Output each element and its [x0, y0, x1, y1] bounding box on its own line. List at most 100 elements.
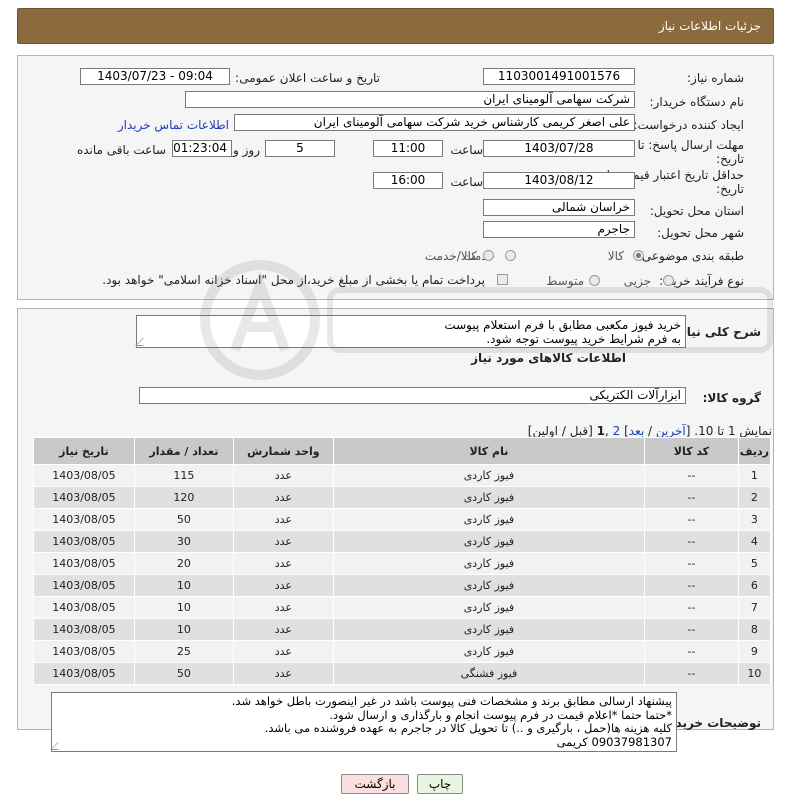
contact-info-link[interactable]: اطلاعات تماس خریدار	[118, 118, 229, 132]
city-label: شهر محل تحویل:	[657, 226, 744, 240]
cell-quantity: 30	[133, 530, 234, 553]
description-textarea[interactable]: خرید فیوز مکعبی مطابق با فرم استعلام پیو…	[136, 315, 686, 348]
pagination-summary: نمایش 1 تا 10. [	[685, 424, 772, 438]
announce-field[interactable]: 1403/07/23 - 09:04	[80, 68, 230, 85]
category-goods-radio[interactable]	[633, 250, 644, 261]
deadline-date-field[interactable]: 1403/07/28	[483, 140, 635, 157]
validity-label-date: تاریخ:	[716, 182, 744, 196]
validity-time-label: ساعت	[450, 175, 483, 189]
cell-item-code: --	[644, 552, 739, 575]
cell-row-number: 3	[737, 508, 772, 531]
table-row[interactable]: 5 -- فیوز کاردی عدد 20 1403/08/05	[33, 552, 772, 575]
pagination-bracket: ]	[620, 424, 629, 438]
cell-quantity: 20	[133, 552, 234, 575]
cell-row-number: 1	[737, 464, 772, 487]
goods-group-field[interactable]: ابزارآلات الکتریکی	[139, 387, 686, 404]
cell-item-code: --	[644, 640, 739, 663]
pagination-current-page: 1	[596, 424, 605, 438]
treasury-payment-checkbox[interactable]	[497, 274, 508, 285]
col-header-quantity: تعداد / مقدار	[133, 437, 234, 465]
pagination-separator: /	[644, 424, 656, 438]
remaining-label: ساعت باقی مانده	[76, 143, 166, 157]
cell-item-name: فیوز کاردی	[332, 486, 646, 509]
cell-row-number: 10	[737, 662, 772, 685]
cell-item-name: فیوز کاردی	[332, 508, 646, 531]
cell-item-name: فیوز کاردی	[332, 618, 646, 641]
back-button[interactable]: بازگشت	[341, 774, 409, 794]
category-both-radio[interactable]	[483, 250, 494, 261]
page-title: جزئیات اطلاعات نیاز	[658, 19, 761, 33]
pagination-last-link[interactable]: آخرین	[656, 424, 686, 438]
print-button[interactable]: چاپ	[417, 774, 463, 794]
need-number-label: شماره نیاز:	[687, 71, 744, 85]
cell-unit: عدد	[232, 508, 334, 531]
cell-row-number: 7	[737, 596, 772, 619]
cell-item-name: فیوز کاردی	[332, 464, 646, 487]
city-field[interactable]: جاجرم	[483, 221, 635, 238]
cell-item-code: --	[644, 508, 739, 531]
process-medium-radio[interactable]	[589, 275, 600, 286]
table-row[interactable]: 9 -- فیوز کاردی عدد 25 1403/08/05	[33, 640, 772, 663]
cell-need-date: 1403/08/05	[33, 618, 135, 641]
process-minor-radio[interactable]	[663, 275, 674, 286]
cell-unit: عدد	[232, 552, 334, 575]
cell-need-date: 1403/08/05	[33, 662, 135, 685]
buyer-notes-textarea[interactable]: پیشنهاد ارسالی مطابق برند و مشخصات فنی پ…	[51, 692, 677, 752]
category-service-radio[interactable]	[505, 250, 516, 261]
table-row[interactable]: 3 -- فیوز کاردی عدد 50 1403/08/05	[33, 508, 772, 531]
cell-item-name: فیوز کاردی	[332, 530, 646, 553]
cell-item-code: --	[644, 464, 739, 487]
pagination-comma: ,	[605, 424, 613, 438]
cell-unit: عدد	[232, 640, 334, 663]
pagination-next-link[interactable]: بعد	[629, 424, 644, 438]
cell-need-date: 1403/08/05	[33, 640, 135, 663]
province-field[interactable]: خراسان شمالی	[483, 199, 635, 216]
deadline-time-field[interactable]: 11:00	[373, 140, 443, 157]
cell-item-name: فیوز فشنگی	[332, 662, 646, 685]
treasury-payment-note: پرداخت تمام یا بخشی از مبلغ خرید،از محل …	[102, 273, 485, 287]
buyer-org-field[interactable]: شرکت سهامی آلومینای ایران	[185, 91, 635, 108]
table-row[interactable]: 8 -- فیوز کاردی عدد 10 1403/08/05	[33, 618, 772, 641]
pagination-prev-first: [قبل / اولین]	[527, 424, 597, 438]
cell-unit: عدد	[232, 618, 334, 641]
cell-need-date: 1403/08/05	[33, 596, 135, 619]
cell-item-code: --	[644, 662, 739, 685]
cell-unit: عدد	[232, 464, 334, 487]
description-label: شرح کلی نیاز:	[675, 325, 761, 339]
cell-need-date: 1403/08/05	[33, 530, 135, 553]
cell-item-name: فیوز کاردی	[332, 640, 646, 663]
table-row[interactable]: 10 -- فیوز فشنگی عدد 50 1403/08/05	[33, 662, 772, 685]
cell-need-date: 1403/08/05	[33, 574, 135, 597]
table-row[interactable]: 6 -- فیوز کاردی عدد 10 1403/08/05	[33, 574, 772, 597]
province-label: استان محل تحویل:	[649, 204, 744, 218]
creator-field[interactable]: علی اصغر کریمی کارشناس خرید شرکت سهامی آ…	[234, 114, 635, 131]
cell-item-name: فیوز کاردی	[332, 574, 646, 597]
table-row[interactable]: 4 -- فیوز کاردی عدد 30 1403/08/05	[33, 530, 772, 553]
remaining-time-field[interactable]: 01:23:04	[172, 140, 232, 157]
col-header-item-code: کد کالا	[644, 437, 739, 465]
validity-time-field[interactable]: 16:00	[373, 172, 443, 189]
process-minor-label: جزیی	[623, 274, 651, 288]
need-number-field[interactable]: 1103001491001576	[483, 68, 635, 85]
creator-label: ایجاد کننده درخواست:	[633, 118, 744, 132]
days-field[interactable]: 5	[265, 140, 335, 157]
cell-quantity: 50	[133, 508, 234, 531]
cell-need-date: 1403/08/05	[33, 552, 135, 575]
table-row[interactable]: 1 -- فیوز کاردی عدد 115 1403/08/05	[33, 464, 772, 487]
category-both-label: کالا/خدمت	[424, 249, 477, 263]
col-header-need-date: تاریخ نیاز	[33, 437, 135, 465]
cell-item-code: --	[644, 574, 739, 597]
cell-unit: عدد	[232, 486, 334, 509]
buyer-org-label: نام دستگاه خریدار:	[649, 95, 745, 109]
cell-unit: عدد	[232, 530, 334, 553]
cell-item-code: --	[644, 618, 739, 641]
table-row[interactable]: 7 -- فیوز کاردی عدد 10 1403/08/05	[33, 596, 772, 619]
cell-quantity: 120	[133, 486, 234, 509]
cell-need-date: 1403/08/05	[33, 508, 135, 531]
cell-quantity: 10	[133, 596, 234, 619]
table-row[interactable]: 2 -- فیوز کاردی عدد 120 1403/08/05	[33, 486, 772, 509]
validity-date-field[interactable]: 1403/08/12	[483, 172, 635, 189]
col-header-row-number: ردیف	[737, 437, 772, 465]
goods-section-title: اطلاعات کالاهای مورد نیاز	[471, 351, 626, 365]
page-header: جزئیات اطلاعات نیاز	[17, 8, 774, 44]
